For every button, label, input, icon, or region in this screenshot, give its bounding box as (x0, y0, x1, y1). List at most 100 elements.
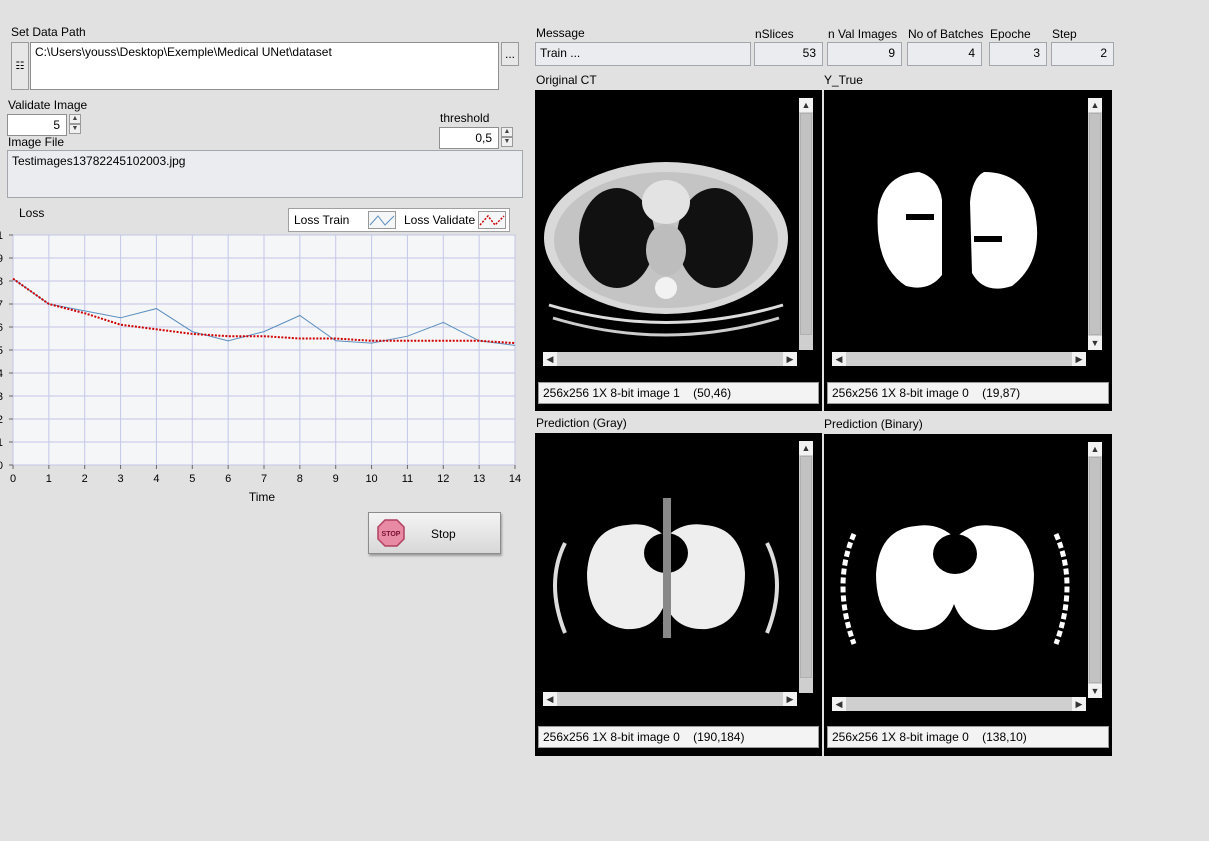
ytrue-image (877, 172, 1038, 289)
step-label: Step (1052, 27, 1077, 41)
loss-chart-title: Loss (19, 206, 45, 220)
scroll-up-icon[interactable]: ▲ (799, 98, 813, 112)
scroll-right-icon[interactable]: ▶ (783, 352, 797, 366)
image-file-display: Testimages13782245102003.jpg (7, 150, 523, 198)
scroll-right-icon[interactable]: ▶ (1072, 352, 1086, 366)
epoche-display: 3 (989, 42, 1047, 66)
folder-tree-icon: ☷ (15, 60, 25, 72)
original-ct-image (544, 162, 788, 337)
scroll-down-icon[interactable]: ▼ (1088, 336, 1102, 350)
validate-image-stepper[interactable]: ▲ ▼ (69, 114, 81, 134)
threshold-label: threshold (440, 111, 490, 125)
threshold-input[interactable]: 0,5 (439, 127, 499, 149)
x-tick-label: 12 (437, 473, 449, 485)
pred-gray-hscroll[interactable]: ◀ ▶ (543, 692, 797, 706)
scroll-up-icon[interactable]: ▲ (1088, 442, 1102, 456)
pred-binary-infobar: 256x256 1X 8-bit image 0 (138,10) (824, 723, 1112, 753)
x-tick-label: 8 (297, 473, 303, 485)
x-axis-ticks: 0 1 2 3 4 5 6 7 8 9 10 11 12 13 14 (10, 465, 521, 485)
pred-binary-info: 256x256 1X 8-bit image 0 (138,10) (827, 726, 1109, 748)
scroll-down-icon[interactable]: ▼ (1088, 684, 1102, 698)
stop-sign-icon: STOP (377, 519, 405, 547)
pred-gray-info: 256x256 1X 8-bit image 0 (190,184) (538, 726, 819, 748)
loss-chart: 19876543210 01234567891011121314 Time (0, 230, 521, 504)
scroll-left-icon[interactable]: ◀ (832, 697, 846, 711)
pred-gray-vscroll[interactable]: ▲ (799, 441, 813, 693)
threshold-stepper[interactable]: ▲ ▼ (501, 127, 513, 147)
scroll-thumb[interactable] (1089, 457, 1101, 683)
message-display: Train ... (535, 42, 751, 66)
x-tick-label: 9 (333, 473, 339, 485)
x-tick-label: 14 (509, 473, 521, 485)
legend-loss-train-swatch (368, 211, 396, 229)
y-tick-label: 9 (0, 253, 3, 265)
nslices-label: nSlices (755, 27, 794, 41)
x-tick-label: 3 (118, 473, 124, 485)
scroll-right-icon[interactable]: ▶ (783, 692, 797, 706)
batches-display: 4 (907, 42, 982, 66)
original-ct-info: 256x256 1X 8-bit image 1 (50,46) (538, 382, 819, 404)
x-tick-label: 7 (261, 473, 267, 485)
scroll-left-icon[interactable]: ◀ (543, 692, 557, 706)
step-display: 2 (1051, 42, 1114, 66)
legend-loss-validate-label: Loss Validate (404, 213, 476, 227)
image-file-label: Image File (8, 135, 65, 149)
ytrue-info: 256x256 1X 8-bit image 0 (19,87) (827, 382, 1109, 404)
y-tick-label: 6 (0, 322, 3, 334)
x-tick-label: 2 (82, 473, 88, 485)
pred-binary-hscroll[interactable]: ◀ ▶ (832, 697, 1086, 711)
nslices-display: 53 (754, 42, 823, 66)
x-tick-label: 4 (153, 473, 159, 485)
nval-images-display: 9 (827, 42, 902, 66)
y-tick-label: 8 (0, 276, 3, 288)
pred-binary-panel: ▲ ▼ ◀ ▶ 256x256 1X 8-bit image 0 (138,10… (824, 434, 1112, 756)
ytrue-vscroll[interactable]: ▲ ▼ (1088, 98, 1102, 350)
scroll-right-icon[interactable]: ▶ (1072, 697, 1086, 711)
scroll-left-icon[interactable]: ◀ (543, 352, 557, 366)
scroll-thumb[interactable] (800, 113, 812, 335)
y-tick-label: 2 (0, 414, 3, 426)
legend-loss-validate-swatch (478, 211, 506, 229)
decrement-arrow-icon[interactable]: ▼ (69, 124, 81, 134)
x-tick-label: 13 (473, 473, 485, 485)
pred-gray-panel: ▲ ◀ ▶ 256x256 1X 8-bit image 0 (190,184) (535, 433, 822, 756)
stop-button[interactable]: STOP Stop (368, 512, 501, 554)
original-ct-hscroll[interactable]: ◀ ▶ (543, 352, 797, 366)
pred-binary-vscroll[interactable]: ▲ ▼ (1088, 442, 1102, 698)
scroll-thumb[interactable] (1089, 113, 1101, 335)
data-path-browse-button[interactable]: ... (501, 42, 519, 66)
x-tick-label: 11 (402, 473, 413, 485)
validate-image-input[interactable]: 5 (7, 114, 67, 136)
x-tick-label: 6 (225, 473, 231, 485)
original-ct-infobar: 256x256 1X 8-bit image 1 (50,46) (535, 379, 822, 409)
decrement-arrow-icon[interactable]: ▼ (501, 137, 513, 147)
ytrue-label: Y_True (824, 73, 863, 87)
data-path-label: Set Data Path (11, 25, 86, 39)
y-tick-label: 1 (0, 230, 3, 242)
original-ct-label: Original CT (536, 73, 597, 87)
x-tick-label: 1 (46, 473, 52, 485)
x-tick-label: 5 (189, 473, 195, 485)
y-tick-label: 5 (0, 345, 3, 357)
y-tick-label: 0 (0, 460, 3, 472)
y-tick-label: 7 (0, 299, 3, 311)
x-axis-label: Time (249, 490, 276, 504)
y-tick-label: 4 (0, 368, 3, 380)
original-ct-panel: ▲ ◀ ▶ 256x256 1X 8-bit image 1 (50,46) (535, 90, 822, 411)
increment-arrow-icon[interactable]: ▲ (69, 114, 81, 124)
x-tick-label: 0 (10, 473, 16, 485)
scroll-up-icon[interactable]: ▲ (1088, 98, 1102, 112)
ytrue-panel: ▲ ▼ ◀ ▶ 256x256 1X 8-bit image 0 (19,87) (824, 90, 1112, 411)
epoche-label: Epoche (990, 27, 1031, 41)
ytrue-hscroll[interactable]: ◀ ▶ (832, 352, 1086, 366)
scroll-up-icon[interactable]: ▲ (799, 441, 813, 455)
data-path-input[interactable]: C:\Users\youss\Desktop\Exemple\Medical U… (30, 42, 499, 90)
batches-label: No of Batches (908, 27, 984, 41)
pred-binary-label: Prediction (Binary) (824, 417, 923, 431)
increment-arrow-icon[interactable]: ▲ (501, 127, 513, 137)
pred-gray-infobar: 256x256 1X 8-bit image 0 (190,184) (535, 723, 822, 753)
scroll-thumb[interactable] (800, 456, 812, 678)
data-path-browse-icon-button[interactable]: ☷ (11, 42, 29, 90)
scroll-left-icon[interactable]: ◀ (832, 352, 846, 366)
original-ct-vscroll[interactable]: ▲ (799, 98, 813, 350)
